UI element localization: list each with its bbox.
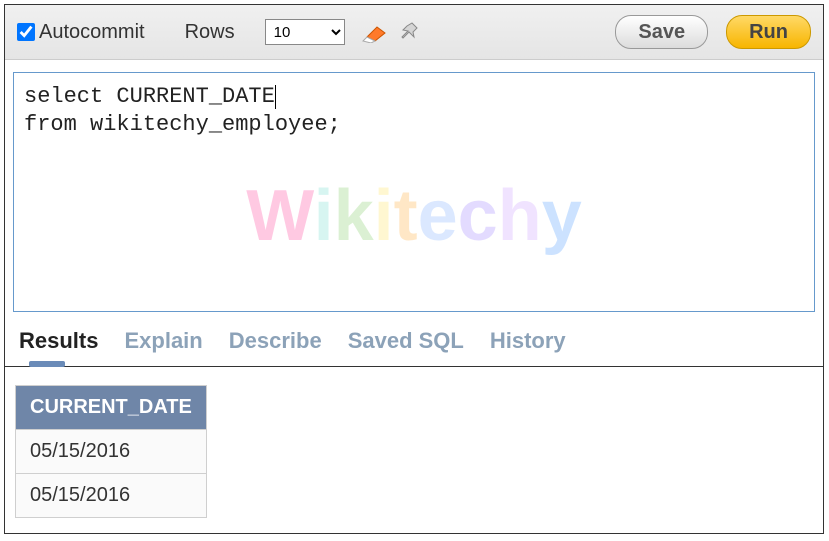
editor-line-2: from wikitechy_employee; [24,112,341,137]
tab-history[interactable]: History [490,328,566,358]
run-button[interactable]: Run [726,15,811,49]
results-table: CURRENT_DATE 05/15/2016 05/15/2016 [15,385,207,518]
table-cell: 05/15/2016 [16,430,207,474]
save-button[interactable]: Save [615,15,708,49]
table-row: 05/15/2016 [16,474,207,518]
sql-workshop-panel: Autocommit Rows 10 Save Run select CURRE… [4,4,824,534]
sql-editor[interactable]: select CURRENT_DATE from wikitechy_emplo… [13,72,815,312]
results-area: CURRENT_DATE 05/15/2016 05/15/2016 [5,367,823,518]
table-cell: 05/15/2016 [16,474,207,518]
eraser-icon[interactable] [361,19,387,45]
autocommit-label: Autocommit [39,21,145,44]
rows-label: Rows [185,21,235,44]
rows-select[interactable]: 10 [265,19,345,45]
tab-saved-sql[interactable]: Saved SQL [348,328,464,358]
editor-line-1: select CURRENT_DATE [24,84,275,109]
watermark: Wikitechy [246,171,582,261]
tab-describe[interactable]: Describe [229,328,322,358]
toolbar: Autocommit Rows 10 Save Run [5,5,823,60]
text-cursor [275,85,276,109]
autocommit-checkbox[interactable] [17,23,35,41]
table-header-row: CURRENT_DATE [16,386,207,430]
table-row: 05/15/2016 [16,430,207,474]
column-header: CURRENT_DATE [16,386,207,430]
tabs-bar: Results Explain Describe Saved SQL Histo… [5,312,823,367]
autocommit-control: Autocommit [17,21,145,44]
tab-explain[interactable]: Explain [124,328,202,358]
tab-results[interactable]: Results [19,328,98,358]
pin-icon[interactable] [397,19,423,45]
